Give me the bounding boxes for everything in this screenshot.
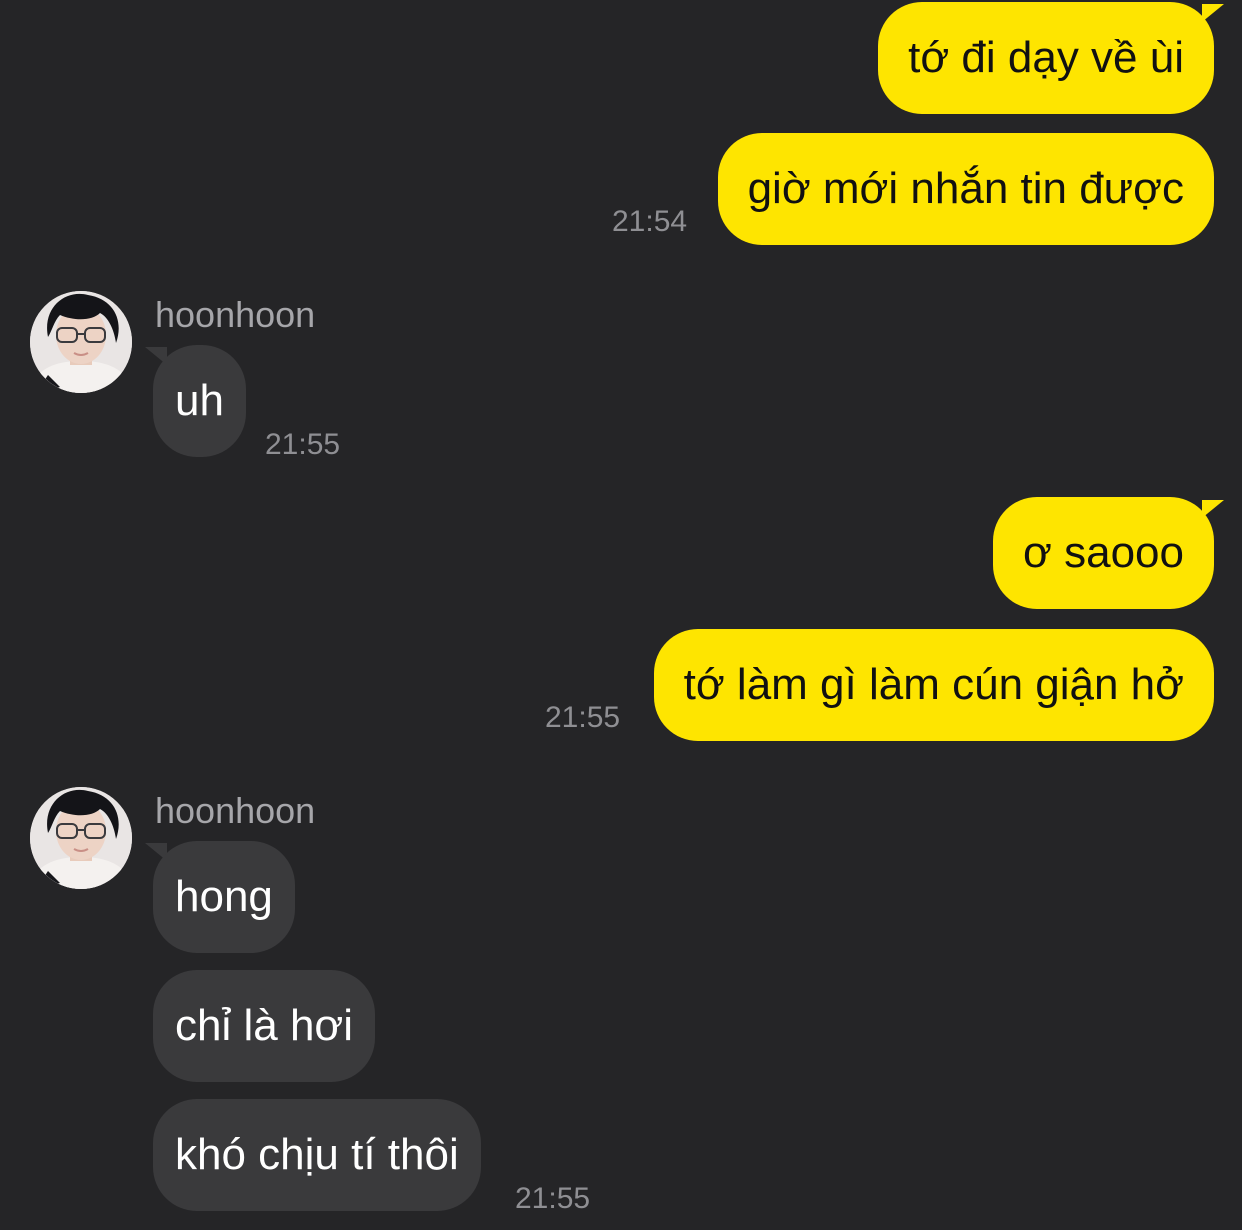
message-timestamp: 21:55: [515, 1182, 591, 1215]
contact-message-bubble[interactable]: khó chịu tí thôi: [153, 1099, 481, 1211]
contact-message-bubble[interactable]: chỉ là hơi: [153, 970, 376, 1082]
contact-message-bubble[interactable]: uh: [153, 345, 246, 457]
profile-photo-icon: [30, 787, 132, 889]
sender-name: hoonhoon: [155, 790, 316, 831]
profile-photo-icon: [30, 291, 132, 393]
my-message-bubble[interactable]: tớ làm gì làm cún giận hở: [653, 629, 1214, 741]
contact-avatar[interactable]: [30, 787, 132, 889]
my-message-bubble[interactable]: ơ saooo: [993, 497, 1214, 609]
my-message-bubble[interactable]: giờ mới nhắn tin được: [717, 133, 1214, 245]
message-timestamp: 21:55: [545, 701, 621, 734]
message-timestamp: 21:55: [265, 428, 341, 461]
chat-view[interactable]: tớ đi dạy về ùi giờ mới nhắn tin được 21…: [0, 0, 1242, 1230]
message-timestamp: 21:54: [612, 205, 688, 238]
my-message-bubble[interactable]: tớ đi dạy về ùi: [878, 2, 1214, 114]
sender-name: hoonhoon: [155, 294, 316, 335]
contact-message-bubble[interactable]: hong: [153, 841, 295, 953]
contact-avatar[interactable]: [30, 291, 132, 393]
